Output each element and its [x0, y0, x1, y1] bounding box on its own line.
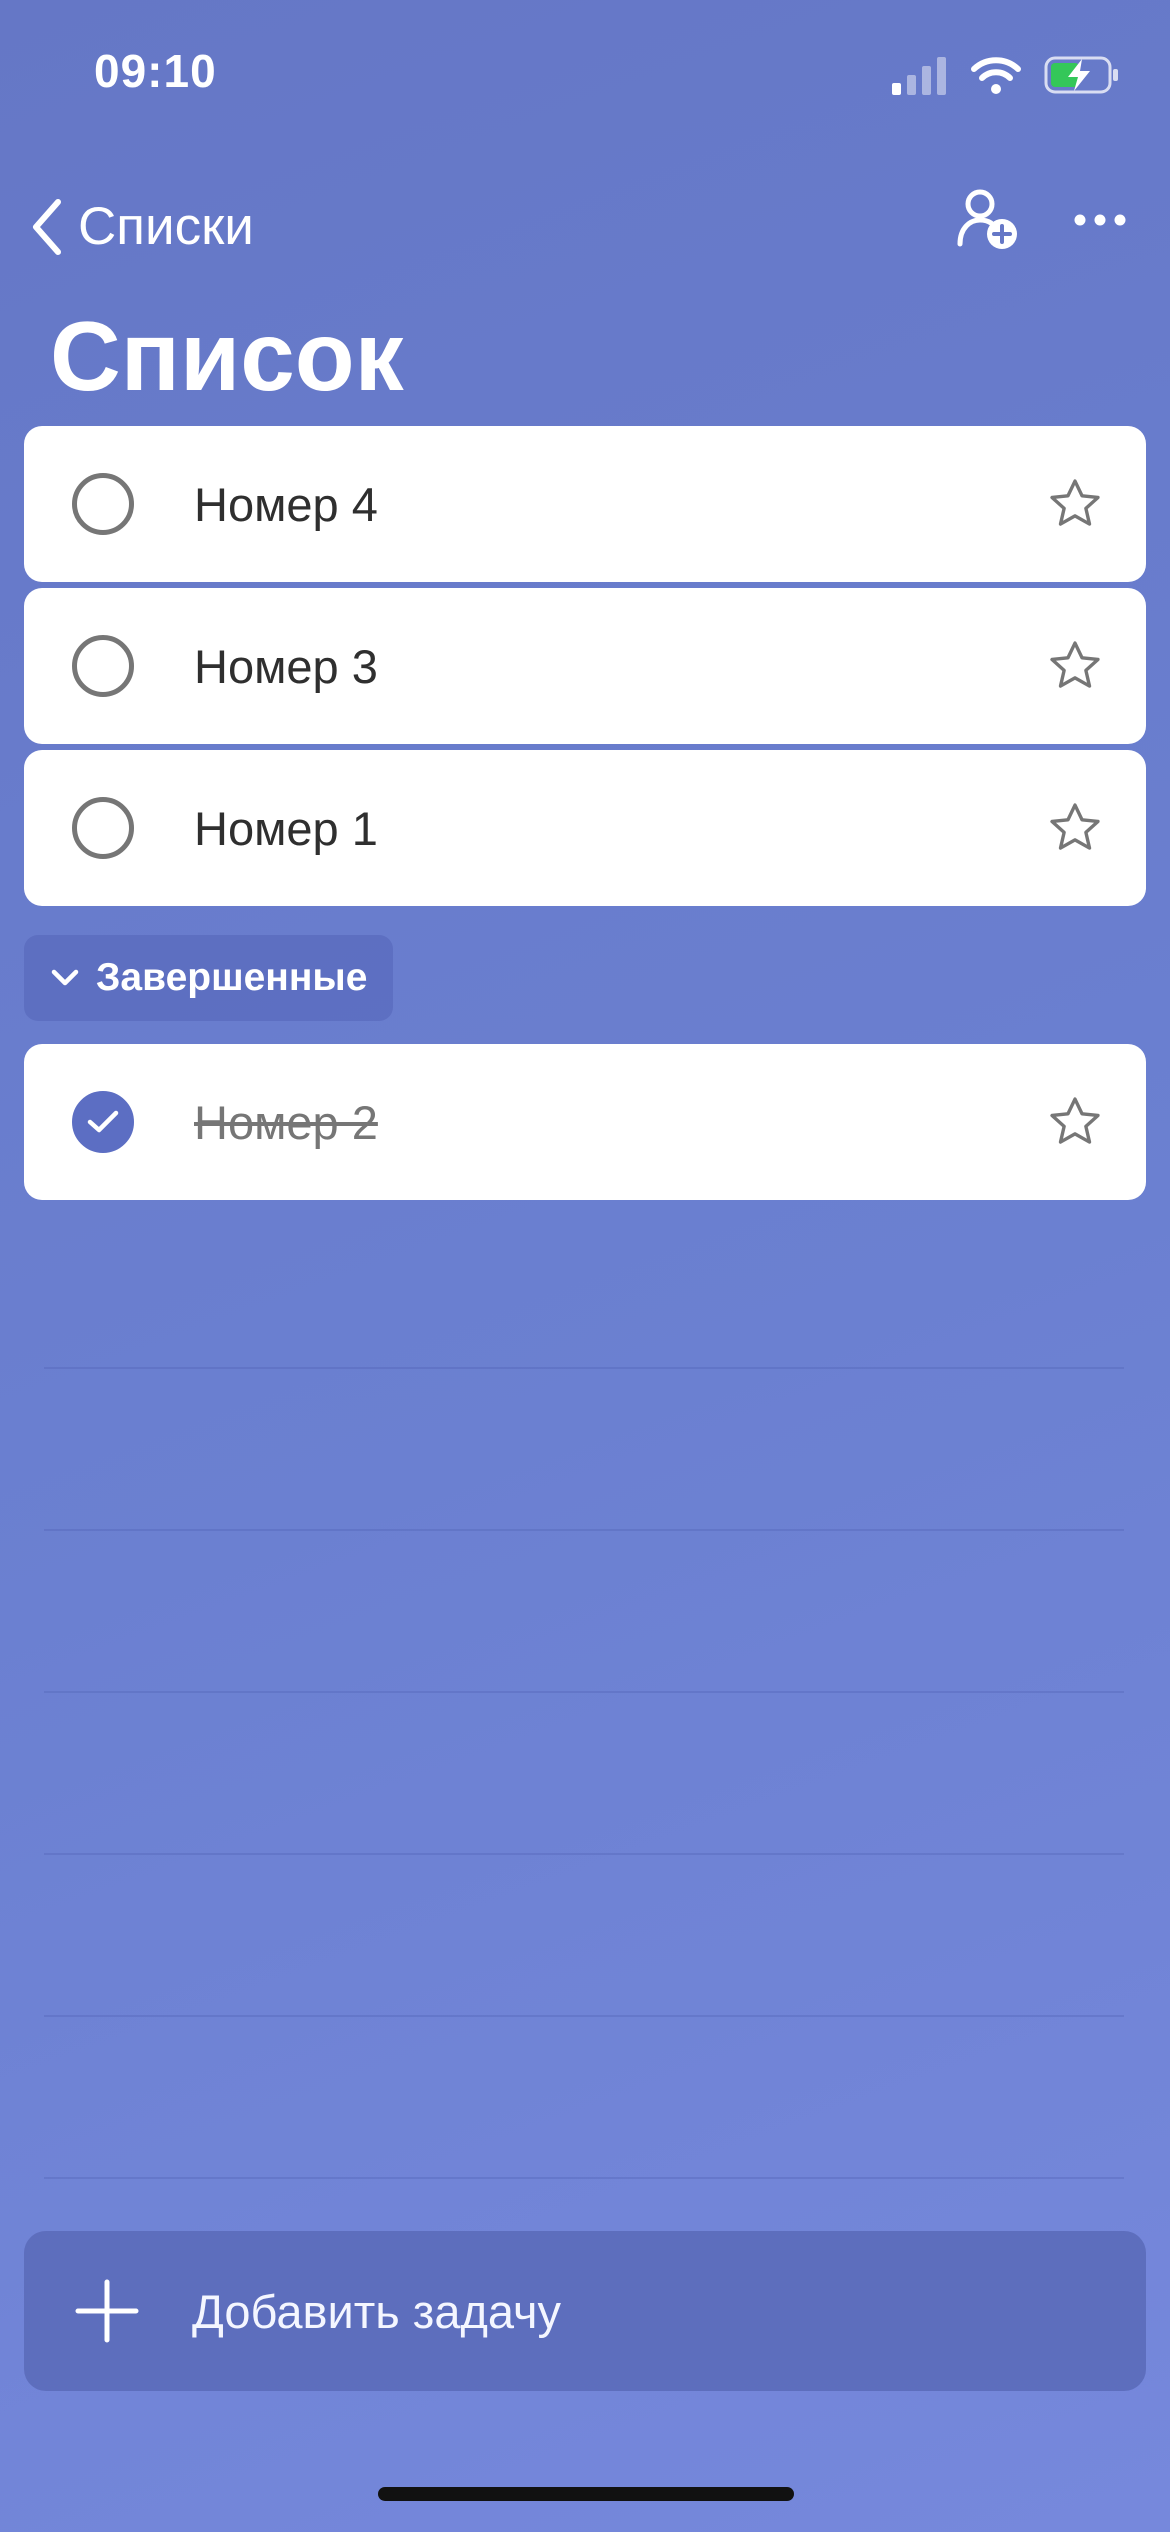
plus-icon: [75, 2279, 139, 2343]
chevron-left-icon: [33, 198, 61, 255]
completed-section-toggle[interactable]: Завершенные: [24, 935, 394, 1021]
home-indicator[interactable]: [378, 2487, 794, 2501]
back-button[interactable]: Списки: [30, 196, 254, 257]
star-icon[interactable]: [1046, 475, 1104, 533]
navigation-bar: Списки: [0, 180, 1170, 276]
more-icon[interactable]: [1074, 188, 1126, 252]
add-task-label: Добавить задачу: [192, 2284, 561, 2338]
status-icons: [892, 52, 1120, 98]
empty-circle-icon[interactable]: [72, 635, 134, 697]
wifi-icon: [971, 57, 1021, 94]
task-item[interactable]: Номер 2: [24, 1044, 1146, 1200]
divider: [44, 2177, 1124, 2179]
divider: [44, 2015, 1124, 2017]
star-icon[interactable]: [1046, 637, 1104, 695]
back-label: Списки: [78, 197, 254, 256]
task-item[interactable]: Номер 3: [24, 588, 1146, 744]
battery-icon: [1044, 56, 1118, 94]
checkmark-circle-icon[interactable]: [72, 1091, 134, 1153]
star-icon[interactable]: [1046, 1093, 1104, 1151]
empty-circle-icon[interactable]: [72, 797, 134, 859]
add-task-button[interactable]: Добавить задачу: [24, 2231, 1146, 2391]
task-item[interactable]: Номер 1: [24, 750, 1146, 906]
page-title: Список: [50, 301, 404, 411]
task-label: Номер 1: [194, 801, 378, 855]
nav-actions: [956, 188, 1126, 252]
add-person-icon[interactable]: [956, 188, 1020, 252]
star-icon[interactable]: [1046, 799, 1104, 857]
divider: [44, 1691, 1124, 1693]
section-label: Завершенные: [96, 956, 368, 999]
task-label: Номер 2: [194, 1095, 378, 1149]
empty-circle-icon[interactable]: [72, 473, 134, 535]
divider: [44, 1853, 1124, 1855]
divider: [44, 1529, 1124, 1531]
task-item[interactable]: Номер 4: [24, 426, 1146, 582]
status-bar: 09:10: [0, 0, 1170, 150]
divider: [44, 1367, 1124, 1369]
chevron-down-icon: [51, 969, 79, 986]
status-time: 09:10: [94, 45, 217, 97]
cellular-signal-icon: [892, 57, 946, 95]
task-label: Номер 4: [194, 477, 378, 531]
task-label: Номер 3: [194, 639, 378, 693]
completed-task-list: Номер 2: [24, 1044, 1146, 1206]
task-list: Номер 4 Номер 3 Номер 1: [24, 426, 1146, 912]
